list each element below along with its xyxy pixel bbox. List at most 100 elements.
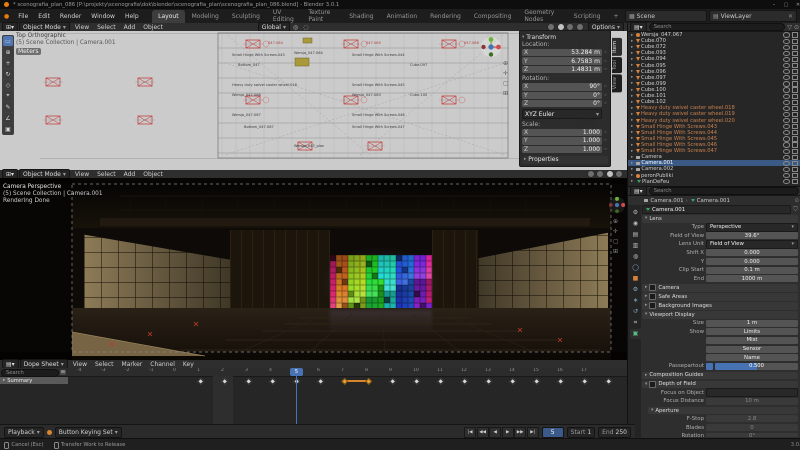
keyframe[interactable] [461,378,469,386]
fake-user-icon[interactable]: ⛉ [793,206,798,214]
filter-icon[interactable]: ▽ [787,24,792,31]
hide-in-viewport-icon[interactable] [782,50,790,56]
hide-in-viewport-icon[interactable] [782,160,790,166]
expand-arrow-icon[interactable]: ▸ [631,69,635,74]
filter-toggle-icon[interactable]: ⊟ [60,370,66,376]
hide-in-viewport-icon[interactable] [782,56,790,63]
panel-header-collapsed[interactable]: ▸ Camera [642,284,798,292]
nav-gizmo[interactable] [480,36,502,58]
dope-sheet-menu-item[interactable]: View [69,361,91,368]
expand-arrow-icon[interactable]: ▸ [631,118,635,123]
proportional-edit-icon[interactable]: ◌ [301,24,310,31]
disable-in-render-icon[interactable] [791,172,798,179]
viewport-menu-item[interactable]: Add [120,171,140,178]
nav-gizmo[interactable] [608,196,626,214]
camera-view-icon[interactable]: ▢ [503,80,509,87]
dope-sheet-menu-item[interactable]: Channel [146,361,179,368]
disable-in-render-icon[interactable] [791,179,798,185]
rotation-field[interactable]: X 90° [522,83,602,91]
dof-checkbox[interactable] [649,380,657,388]
scale-field[interactable]: X 1.000 [522,128,602,137]
expand-arrow-icon[interactable]: ▸ [631,112,635,117]
viewport-menu-item[interactable]: View [71,24,93,31]
rotation-field[interactable]: Z 0° [522,99,602,108]
hide-in-viewport-icon[interactable] [782,63,790,69]
property-field[interactable]: 1000 m [706,275,798,283]
properties-tab-particles-icon[interactable]: ∗ [630,296,641,306]
maximize-button[interactable]: ▢ [780,0,792,9]
minimize-button[interactable]: – [768,0,780,9]
disable-in-render-icon[interactable] [791,99,798,105]
keyframe[interactable] [413,378,421,386]
expand-arrow-icon[interactable]: ▸ [631,100,635,105]
expand-arrow-icon[interactable]: ▸ [631,39,635,44]
disable-in-render-icon[interactable] [791,154,798,160]
expand-arrow-icon[interactable]: ▸ [631,173,635,178]
transform-panel-header[interactable]: ▾ Transform [522,33,608,41]
expand-arrow-icon[interactable]: ▸ [631,130,635,135]
hide-in-viewport-icon[interactable] [782,154,790,160]
expand-arrow-icon[interactable]: ▸ [631,94,635,99]
tool-button[interactable]: ↻ [3,69,13,79]
editor-type-button[interactable]: ▤▾ [630,186,647,196]
hide-in-viewport-icon[interactable] [782,99,790,105]
properties-tab-output-icon[interactable]: ▤ [630,230,641,240]
keyframe[interactable] [365,378,373,386]
hide-in-viewport-icon[interactable] [782,87,790,93]
expand-arrow-icon[interactable]: ▸ [631,45,635,50]
auto-key-icon[interactable] [46,429,52,435]
hide-in-viewport-icon[interactable] [782,124,790,130]
breadcrumb-object[interactable]: Camera.001 [650,198,683,204]
pin-icon[interactable]: ⊙ [794,198,799,204]
shading-material-icon[interactable] [605,170,614,178]
n-panel-tab[interactable]: Tool [612,56,622,73]
property-field[interactable]: Name [706,354,798,362]
keyframe[interactable] [605,378,613,386]
tool-button[interactable]: ⊕ [3,47,13,57]
disable-in-render-icon[interactable] [791,111,798,118]
tool-button[interactable]: + [3,58,13,68]
panel-header-composition-guides[interactable]: ▸ Composition Guides [642,371,798,380]
hide-in-viewport-icon[interactable] [782,166,790,173]
keyframe[interactable] [317,378,325,386]
property-field[interactable]: Field of View [706,239,798,249]
animate-dot-icon[interactable]: ◦ [603,146,608,153]
workspace-tab[interactable]: Texture Paint [302,9,342,23]
menu-item[interactable]: Edit [33,9,55,23]
property-field[interactable]: 1 m [706,319,798,327]
properties-tab-object-data-icon[interactable]: ▣ [630,328,641,339]
pan-icon[interactable]: ✛ [613,228,619,235]
shading-solid-icon[interactable] [596,170,604,178]
playhead[interactable] [296,368,298,424]
panel-header-collapsed[interactable]: ▸ Background Images [642,302,798,310]
hide-in-viewport-icon[interactable] [782,111,790,118]
playback-button[interactable]: ◀ [489,426,502,438]
hide-in-viewport-icon[interactable] [782,75,790,81]
toggle-ortho-icon[interactable]: ⊞ [503,90,509,97]
property-field[interactable]: 0.1 m [706,266,798,274]
animate-dot-icon[interactable]: ◦ [603,129,608,136]
expand-arrow-icon[interactable]: ▸ [631,161,635,166]
expand-arrow-icon[interactable]: ▸ [631,63,635,68]
expand-arrow-icon[interactable]: ▸ [631,81,635,86]
hide-in-viewport-icon[interactable] [782,142,790,148]
panel-checkbox[interactable] [649,284,657,292]
app-menu-icon[interactable]: ● [0,13,13,20]
keyframe[interactable] [269,378,277,386]
pan-icon[interactable]: ✛ [503,70,509,77]
hide-in-viewport-icon[interactable] [782,81,790,87]
panel-header-collapsed[interactable]: ▸ Safe Areas [642,293,798,301]
viewport-menu-item[interactable]: Object [139,24,167,31]
expand-arrow-icon[interactable]: ▸ [631,75,635,80]
view-layer-close-icon[interactable]: ✕ [788,13,793,20]
disable-in-render-icon[interactable] [791,50,798,56]
passepartout-checkbox[interactable] [706,362,713,370]
properties-tab-object-icon[interactable]: ■ [630,274,641,284]
disable-in-render-icon[interactable] [791,63,798,69]
dope-sheet-body[interactable]: ⊟ ▸Summary -4-3-2-1012345678910111213141… [0,368,627,424]
passepartout-slider[interactable]: 0.500 [715,362,798,370]
workspace-tab[interactable]: Layout [152,9,185,23]
disable-in-render-icon[interactable] [791,69,798,75]
properties-tab-render-icon[interactable]: ◉ [630,219,641,229]
properties-tab-physics-icon[interactable]: ↺ [630,307,641,317]
